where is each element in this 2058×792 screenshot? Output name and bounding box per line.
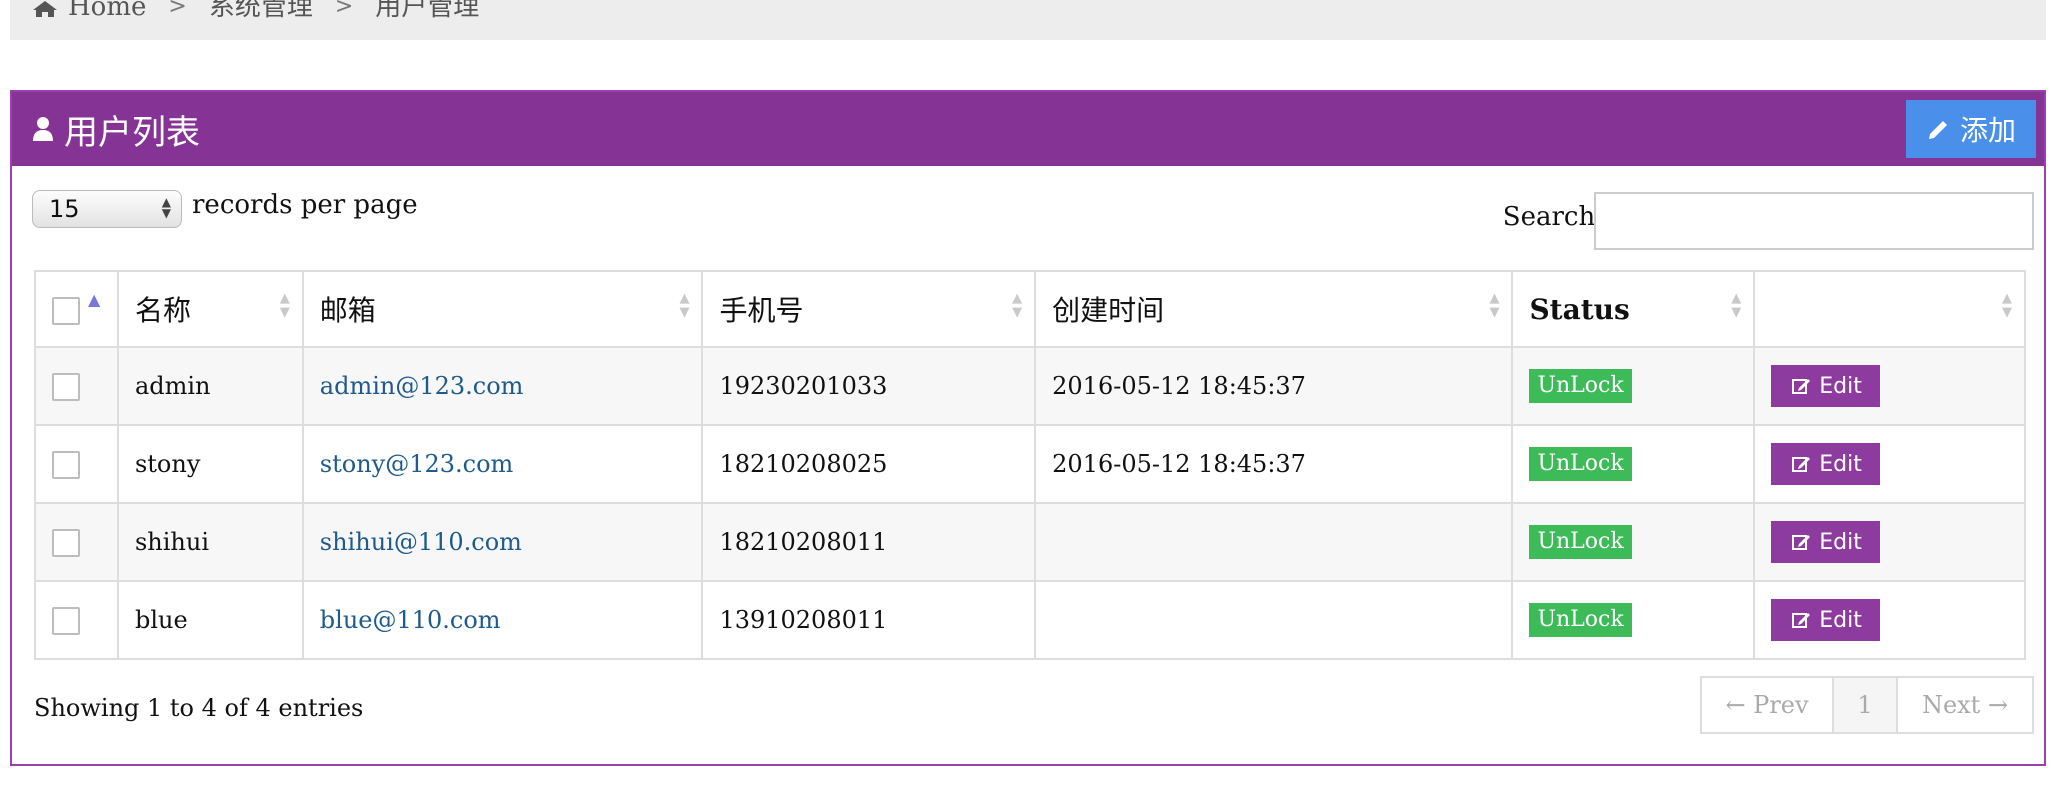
page-1-button[interactable]: 1 [1834, 678, 1898, 732]
email-cell: blue@110.com [301, 580, 704, 660]
phone-cell: 18210208025 [701, 424, 1037, 504]
edit-button[interactable]: Edit [1771, 443, 1880, 485]
created-cell [1034, 502, 1514, 582]
email-cell: admin@123.com [301, 346, 704, 426]
breadcrumb-home[interactable]: Home [68, 0, 146, 20]
action-cell: Edit [1753, 580, 2026, 660]
select-all-header[interactable]: ▲ [34, 270, 119, 348]
created-cell [1034, 580, 1514, 660]
email-link[interactable]: shihui@110.com [320, 528, 522, 556]
page-length-select[interactable]: 15 ▲ ▼ [32, 190, 182, 228]
next-page-button[interactable]: Next → [1898, 678, 2032, 732]
sort-icon: ▲ ▼ [1489, 291, 1500, 320]
panel-header: 用户列表 [12, 92, 2044, 166]
breadcrumb-separator: > [168, 0, 187, 19]
status-cell: UnLock [1511, 580, 1756, 660]
row-select-cell [34, 580, 119, 660]
email-cell: shihui@110.com [301, 502, 704, 582]
column-header-actions[interactable]: ▲ ▼ [1753, 270, 2026, 348]
edit-icon [1792, 457, 1811, 472]
name-cell: admin [116, 346, 304, 426]
row-checkbox[interactable] [52, 372, 80, 401]
user-icon [33, 117, 53, 141]
table-header-row: ▲ 名称 ▲ ▼ 邮箱 ▲ ▼ 手机号 ▲ ▼ 创建时间 ▲ ▼ Status ▲ ▼ ▲ ▼ [34, 270, 2026, 348]
table-info: Showing 1 to 4 of 4 entries [34, 694, 364, 722]
search-label: Search: [1502, 202, 1604, 232]
select-arrows-icon: ▲ ▼ [161, 195, 171, 220]
sort-asc-icon: ▲ [88, 290, 101, 309]
status-cell: UnLock [1511, 424, 1756, 504]
action-cell: Edit [1753, 346, 2026, 426]
user-list-panel: 用户列表 添加 15 ▲ ▼ records per page Search: ▲… [10, 90, 2046, 766]
prev-page-button[interactable]: ← Prev [1702, 678, 1834, 732]
edit-button[interactable]: Edit [1771, 365, 1880, 407]
sort-icon: ▲ ▼ [1731, 291, 1742, 320]
user-table: ▲ 名称 ▲ ▼ 邮箱 ▲ ▼ 手机号 ▲ ▼ 创建时间 ▲ ▼ Status ▲ ▼ ▲ ▼ adm… [34, 270, 2026, 660]
pagination: ← Prev 1 Next → [1700, 676, 2034, 734]
status-cell: UnLock [1511, 502, 1756, 582]
edit-icon [1792, 613, 1811, 628]
pencil-icon [1928, 121, 1947, 139]
row-select-cell [34, 346, 119, 426]
created-cell: 2016-05-12 18:45:37 [1034, 424, 1514, 504]
status-cell: UnLock [1511, 346, 1756, 426]
status-badge[interactable]: UnLock [1529, 447, 1632, 481]
row-checkbox[interactable] [52, 450, 80, 479]
table-row: shihui shihui@110.com 18210208011 UnLock… [34, 502, 2026, 582]
row-select-cell [34, 424, 119, 504]
breadcrumb: Home > 系统管理 > 用户管理 [10, 0, 2046, 40]
status-badge[interactable]: UnLock [1529, 369, 1632, 403]
select-all-checkbox[interactable] [52, 296, 80, 325]
sort-icon: ▲ ▼ [2002, 291, 2012, 320]
column-header-created[interactable]: 创建时间 ▲ ▼ [1034, 270, 1514, 348]
column-header-email[interactable]: 邮箱 ▲ ▼ [301, 270, 704, 348]
action-cell: Edit [1753, 424, 2026, 504]
breadcrumb-separator: > [334, 0, 354, 19]
name-cell: shihui [116, 502, 304, 582]
phone-cell: 18210208011 [701, 502, 1037, 582]
table-row: stony stony@123.com 18210208025 2016-05-… [34, 424, 2026, 504]
email-link[interactable]: blue@110.com [320, 606, 501, 634]
page-length-label: records per page [192, 190, 418, 220]
email-link[interactable]: stony@123.com [320, 450, 514, 478]
sort-icon: ▲ ▼ [679, 291, 690, 320]
email-cell: stony@123.com [301, 424, 704, 504]
sort-icon: ▲ ▼ [279, 291, 290, 320]
row-checkbox[interactable] [52, 528, 80, 557]
table-row: admin admin@123.com 19230201033 2016-05-… [34, 346, 2026, 426]
status-badge[interactable]: UnLock [1529, 525, 1632, 559]
table-row: blue blue@110.com 13910208011 UnLock Edi… [34, 580, 2026, 660]
home-icon[interactable] [32, 0, 58, 18]
add-button-label: 添加 [1959, 114, 2016, 147]
phone-cell: 19230201033 [701, 346, 1037, 426]
edit-icon [1792, 379, 1811, 394]
action-cell: Edit [1753, 502, 2026, 582]
name-cell: stony [116, 424, 304, 504]
created-cell: 2016-05-12 18:45:37 [1034, 346, 1514, 426]
sort-icon: ▲ ▼ [1012, 291, 1023, 320]
status-badge[interactable]: UnLock [1529, 603, 1632, 637]
edit-icon [1792, 535, 1811, 550]
panel-title: 用户列表 [64, 112, 200, 153]
breadcrumb-system[interactable]: 系统管理 [209, 0, 313, 20]
email-link[interactable]: admin@123.com [320, 372, 524, 400]
row-select-cell [34, 502, 119, 582]
column-header-status[interactable]: Status ▲ ▼ [1511, 270, 1756, 348]
phone-cell: 13910208011 [701, 580, 1037, 660]
edit-button[interactable]: Edit [1771, 599, 1880, 641]
row-checkbox[interactable] [52, 606, 80, 635]
search-input[interactable] [1594, 192, 2034, 250]
name-cell: blue [116, 580, 304, 660]
add-user-button[interactable]: 添加 [1906, 100, 2036, 158]
column-header-name[interactable]: 名称 ▲ ▼ [116, 270, 304, 348]
breadcrumb-users: 用户管理 [375, 0, 480, 22]
page-length-value: 15 [49, 195, 80, 223]
edit-button[interactable]: Edit [1771, 521, 1880, 563]
column-header-phone[interactable]: 手机号 ▲ ▼ [701, 270, 1037, 348]
